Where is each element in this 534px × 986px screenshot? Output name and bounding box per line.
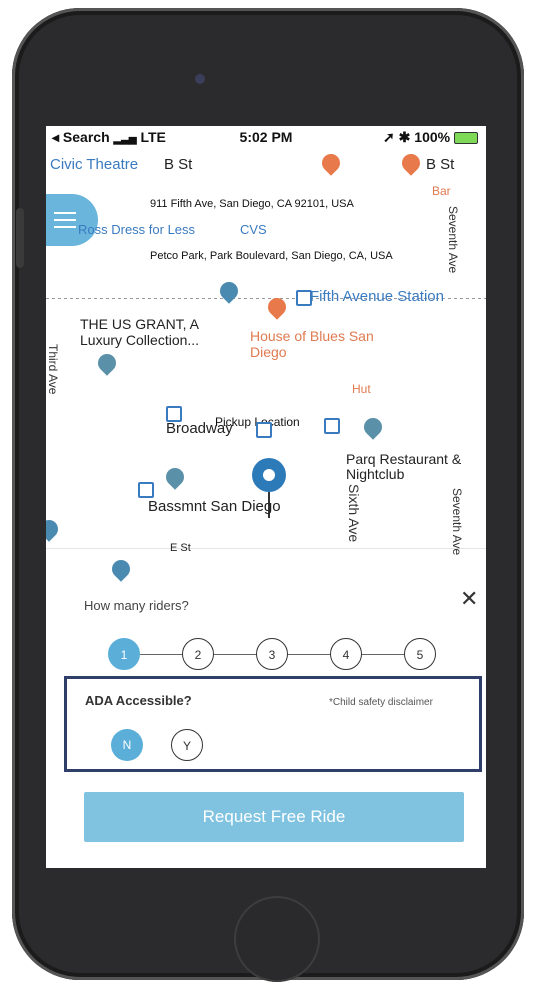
map-label-seventh-ave-top: Seventh Ave: [446, 206, 460, 274]
map-label-us-grant: THE US GRANT, A Luxury Collection...: [80, 316, 200, 348]
origin-address[interactable]: Petco Park, Park Boulevard, San Diego, C…: [150, 250, 393, 262]
map-label-third-ave: Third Ave: [46, 344, 60, 395]
rider-option-2[interactable]: 2: [182, 638, 214, 670]
bluetooth-icon: ✱: [398, 129, 411, 145]
rider-option-3[interactable]: 3: [256, 638, 288, 670]
map-label-broadway: Broadway: [166, 420, 233, 437]
pickup-pin-icon[interactable]: [252, 458, 286, 492]
close-icon[interactable]: ✕: [460, 586, 478, 612]
map-label-bar: Bar: [432, 184, 451, 198]
riders-question: How many riders?: [84, 598, 189, 613]
restaurant-pin-icon[interactable]: [318, 150, 344, 176]
map-label-house-of-blues: House of Blues San Diego: [250, 328, 374, 360]
map-label-seventh-ave-bottom: Seventh Ave: [450, 488, 464, 556]
home-button[interactable]: [234, 896, 320, 982]
phone-side-button: [16, 208, 24, 268]
map-label-cvs: CVS: [240, 222, 267, 237]
map-label-civic-theatre: Civic Theatre: [50, 156, 139, 173]
transit-icon: [138, 482, 154, 498]
map-label-bassmnt: Bassmnt San Diego: [148, 498, 281, 515]
status-right: ➚ ✱ 100%: [383, 129, 478, 146]
ride-request-panel: How many riders? ✕ 1 2 3 4 5 ADA Accessi…: [46, 586, 486, 868]
map-label-b-st: B St: [164, 156, 193, 173]
battery-icon: [454, 132, 478, 145]
map-label-fifth-station: Fifth Avenue Station: [310, 288, 444, 305]
location-icon: ➚: [383, 129, 395, 145]
battery-percent: 100%: [414, 129, 451, 145]
camera-icon: [195, 74, 205, 84]
hotel-pin-icon[interactable]: [94, 350, 120, 376]
ada-yes-option[interactable]: Y: [171, 729, 203, 761]
map-view[interactable]: Civic Theatre B St B St Bar 911 Fifth Av…: [46, 148, 486, 588]
rider-option-4[interactable]: 4: [330, 638, 362, 670]
restaurant-pin-icon[interactable]: [398, 150, 424, 176]
map-label-b-st-2: B St: [426, 156, 455, 173]
map-pin-icon[interactable]: [46, 516, 62, 542]
ada-section: ADA Accessible? *Child safety disclaimer…: [64, 676, 482, 772]
ada-no-option[interactable]: N: [111, 729, 143, 761]
status-bar: ◂ Search ▂▃▅ LTE 5:02 PM ➚ ✱ 100%: [46, 126, 486, 148]
venue-pin-icon[interactable]: [162, 464, 188, 490]
menu-button[interactable]: [46, 194, 98, 246]
screen: ◂ Search ▂▃▅ LTE 5:02 PM ➚ ✱ 100% Civic …: [46, 126, 486, 868]
map-road: [46, 548, 486, 549]
map-label-e-st: E St: [170, 542, 191, 554]
ada-question: ADA Accessible?: [85, 693, 192, 708]
shopping-pin-icon[interactable]: [216, 278, 242, 304]
map-label-sixth-ave: Sixth Ave: [346, 484, 362, 543]
nightclub-pin-icon[interactable]: [360, 414, 386, 440]
destination-address[interactable]: 911 Fifth Ave, San Diego, CA 92101, USA: [150, 198, 354, 210]
rider-option-1[interactable]: 1: [108, 638, 140, 670]
rider-option-5[interactable]: 5: [404, 638, 436, 670]
request-free-ride-button[interactable]: Request Free Ride: [84, 792, 464, 842]
parking-pin-icon[interactable]: [108, 556, 134, 582]
transit-icon: [324, 418, 340, 434]
map-label-ross: Ross Dress for Less: [78, 222, 196, 237]
map-label-hut: Hut: [352, 382, 371, 396]
child-safety-disclaimer[interactable]: *Child safety disclaimer: [329, 697, 433, 708]
transit-icon: [256, 422, 272, 438]
map-label-parq: Parq Restaurant & Nightclub: [346, 451, 462, 482]
